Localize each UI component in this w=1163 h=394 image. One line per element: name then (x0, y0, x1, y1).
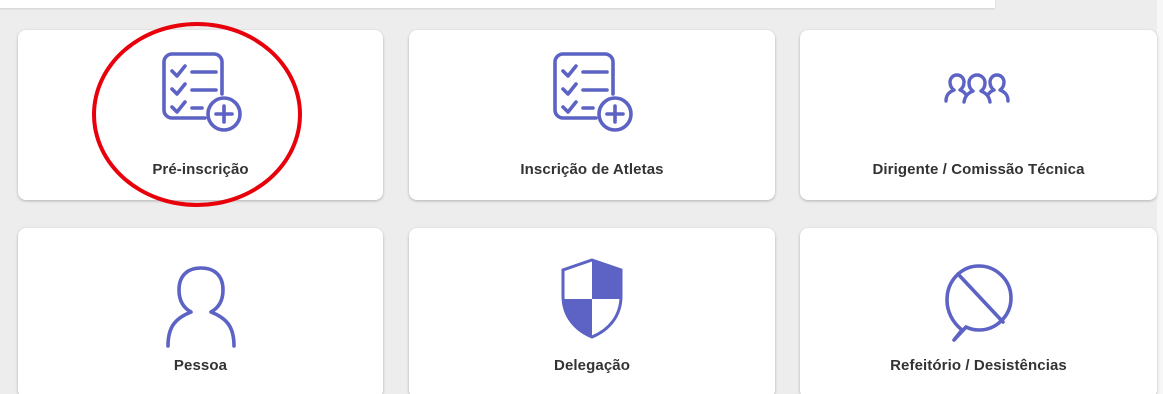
card-label: Inscrição de Atletas (520, 161, 664, 178)
group-icon (924, 40, 1034, 150)
card-label: Refeitório / Desistências (890, 357, 1067, 374)
card-pessoa[interactable]: Pessoa (18, 228, 383, 394)
dashboard-page: Pré-inscrição Inscrição de Atletas Dirig… (0, 0, 1163, 394)
scrollbar-track[interactable] (1157, 0, 1163, 394)
checklist-add-icon (146, 40, 256, 150)
checklist-add-icon (537, 40, 647, 150)
card-inscricao-atletas[interactable]: Inscrição de Atletas (409, 30, 775, 200)
card-label: Pré-inscrição (152, 161, 249, 178)
card-label: Pessoa (173, 357, 228, 374)
card-label: Delegação (554, 357, 630, 374)
card-dirigente-comissao[interactable]: Dirigente / Comissão Técnica (800, 30, 1157, 200)
person-icon (146, 238, 256, 348)
card-pre-inscricao[interactable]: Pré-inscrição (18, 30, 383, 200)
card-delegacao[interactable]: Delegação (409, 228, 775, 394)
card-label: Dirigente / Comissão Técnica (872, 161, 1085, 178)
card-refeitorio-desistencias[interactable]: Refeitório / Desistências (800, 228, 1157, 394)
chat-blocked-icon (924, 238, 1034, 348)
shield-icon (537, 238, 647, 348)
top-bar (0, 0, 995, 8)
